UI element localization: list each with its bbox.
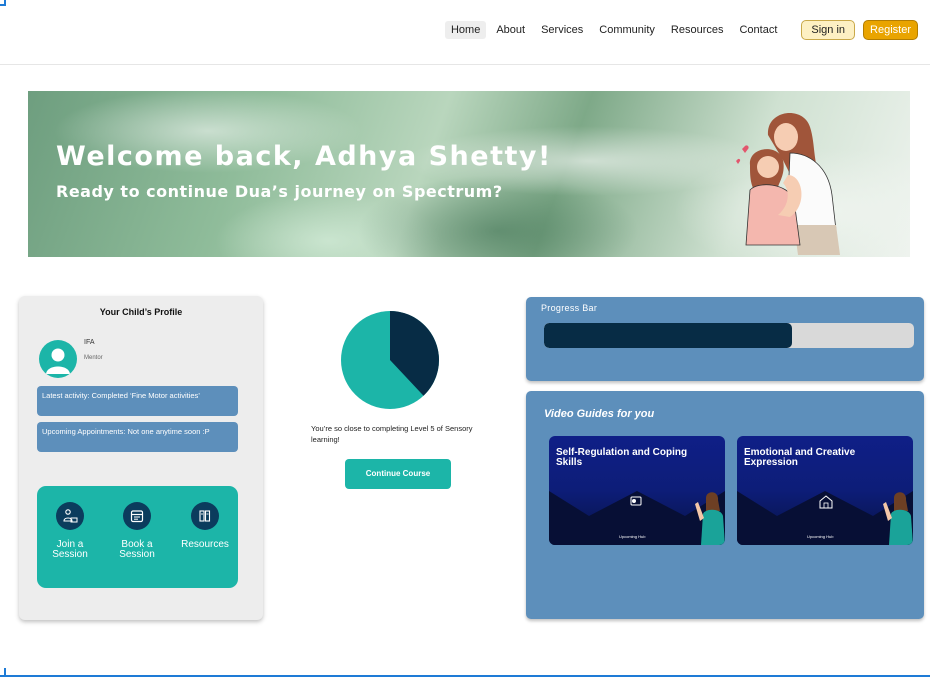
book-session-label: Book a Session <box>119 539 155 560</box>
hero-title: Welcome back, Adhya Shetty! <box>56 141 552 172</box>
nav-resources[interactable]: Resources <box>665 21 730 39</box>
continue-course-button[interactable]: Continue Course <box>345 459 451 489</box>
video-thumbnail-self-regulation[interactable]: Self-Regulation and Coping Skills Upcomi… <box>549 436 725 545</box>
latest-activity: Latest activity: Completed ‘Fine Motor a… <box>37 386 238 416</box>
nav-home[interactable]: Home <box>444 21 487 39</box>
nav-about[interactable]: About <box>490 21 531 39</box>
level-progress-pie <box>341 311 439 409</box>
hero-banner: Welcome back, Adhya Shetty! Ready to con… <box>28 91 910 257</box>
join-session-button[interactable]: Join a Session <box>40 502 100 560</box>
profile-title: Your Child’s Profile <box>99 307 183 317</box>
child-profile-card: Your Child’s Profile IFA Mentor Latest a… <box>19 296 263 620</box>
video-brand: Upcoming Hub <box>619 534 646 539</box>
quick-actions: Join a Session Book a Session Resources <box>37 486 238 588</box>
video-guides-heading: Video Guides for you <box>544 408 655 420</box>
mother-child-illustration <box>736 113 840 255</box>
frame-bottom-border <box>0 675 930 677</box>
nav-services[interactable]: Services <box>535 21 589 39</box>
hero-subtitle: Ready to continue Dua’s journey on Spect… <box>56 182 503 201</box>
video-guides-card: Video Guides for you Self-Regulation and… <box>526 391 924 619</box>
register-button[interactable]: Register <box>863 20 918 40</box>
mentor-name: IFA <box>84 339 95 346</box>
person-icon <box>46 348 70 374</box>
top-nav: Home About Services Community Resources … <box>444 20 918 40</box>
mentor-avatar <box>39 340 77 378</box>
video-title: Emotional and Creative Expression <box>744 447 856 468</box>
level-message: You’re so close to completing Level 5 of… <box>311 424 473 444</box>
video-brand: Upcoming Hub <box>807 534 834 539</box>
book-session-button[interactable]: Book a Session <box>107 502 167 560</box>
upcoming-appointments: Upcoming Appointments: Not one anytime s… <box>37 422 238 452</box>
progress-label: Progress Bar <box>541 303 598 313</box>
nav-contact[interactable]: Contact <box>733 21 783 39</box>
books-icon <box>191 502 219 530</box>
page: Home About Services Community Resources … <box>0 0 930 679</box>
progress-fill <box>544 323 792 348</box>
resources-button[interactable]: Resources <box>175 502 235 550</box>
nav-divider <box>0 64 930 65</box>
join-session-label: Join a Session <box>52 539 88 560</box>
calendar-icon <box>123 502 151 530</box>
session-person-icon <box>56 502 84 530</box>
signin-button[interactable]: Sign in <box>801 20 856 40</box>
progress-track <box>544 323 914 348</box>
resources-label: Resources <box>181 539 229 550</box>
frame-corner <box>0 0 6 6</box>
video-thumbnail-emotional-expression[interactable]: Emotional and Creative Expression Upcomi… <box>737 436 913 545</box>
video-title: Self-Regulation and Coping Skills <box>556 447 688 468</box>
progress-card: Progress Bar <box>526 297 924 381</box>
mentor-role: Mentor <box>84 355 103 361</box>
nav-community[interactable]: Community <box>593 21 661 39</box>
